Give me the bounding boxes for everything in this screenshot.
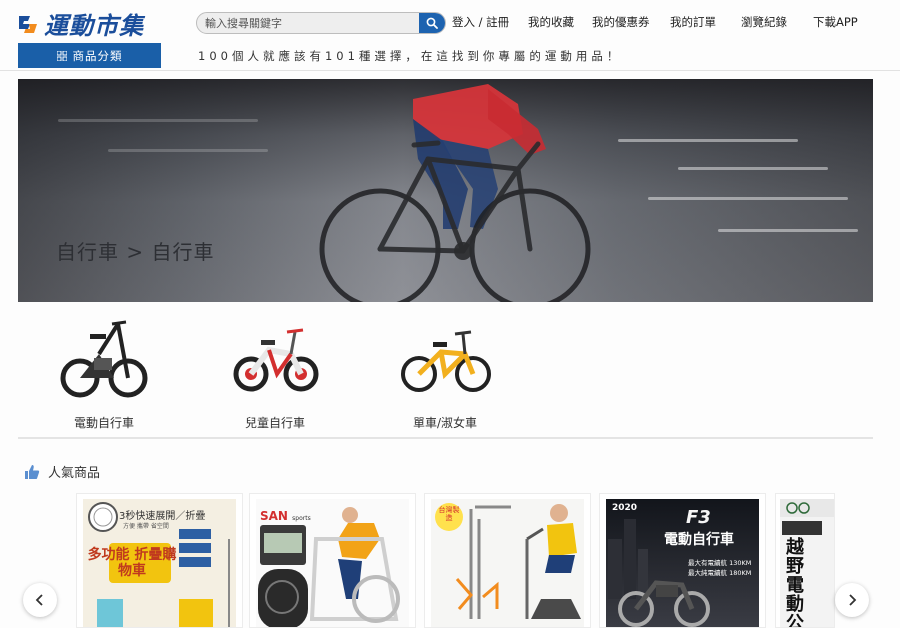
product-card[interactable]: 台灣製造 — [424, 493, 591, 628]
category-city-bike[interactable]: 單車/淑女車 — [390, 314, 500, 431]
hero-banner: 自行車 > 自行車 — [18, 79, 873, 302]
logo-mark-icon — [16, 12, 40, 36]
nav-browsing-history[interactable]: 瀏覽紀錄 — [741, 14, 813, 30]
popular-products-title: 人氣商品 — [48, 466, 101, 481]
city-bike-image — [401, 330, 491, 392]
product-subline: 方便 攜帶 省空間 — [123, 523, 169, 530]
category-label: 兒童自行車 — [244, 416, 305, 430]
product-year: 2020 — [612, 503, 638, 513]
search-icon — [426, 17, 438, 29]
carousel-next-button[interactable] — [835, 583, 869, 617]
section-divider — [18, 437, 873, 439]
nav-my-favorites[interactable]: 我的收藏 — [528, 14, 592, 30]
nav-my-coupons[interactable]: 我的優惠券 — [592, 14, 670, 30]
grid-icon — [56, 50, 67, 61]
product-card[interactable]: 越野 電動公路 — [775, 493, 835, 628]
carousel-prev-button[interactable] — [23, 583, 57, 617]
popular-products-heading: 人氣商品 — [24, 462, 100, 481]
marquee-text: 100個人就應該有101種選擇，在這找到你專屬的運動用品！ — [198, 49, 623, 63]
nav-my-orders[interactable]: 我的訂單 — [670, 14, 741, 30]
product-badge: 台灣製造 — [438, 506, 460, 522]
category-label: 電動自行車 — [73, 416, 134, 430]
product-spec: 最大有電續航 130KM — [688, 559, 752, 567]
category-electric-bike[interactable]: 電動自行車 — [49, 314, 159, 431]
search-button[interactable] — [419, 13, 445, 33]
search-bar — [196, 12, 446, 34]
cyclist-illustration — [319, 84, 591, 302]
chevron-right-icon — [849, 594, 857, 606]
product-card[interactable]: 2020 F3 電動自行車 最大有電續航 130KM 最大純電續航 180KM — [599, 493, 766, 628]
product-card[interactable]: 3秒快速展開／折疊 方便 攜帶 省空間 多功能 折疊購物車 — [76, 493, 243, 628]
product-brand-tag: sports — [292, 515, 311, 522]
category-label: 單車/淑女車 — [412, 416, 478, 430]
nav-login-register[interactable]: 登入 / 註冊 — [452, 14, 528, 30]
top-nav: 登入 / 註冊 我的收藏 我的優惠券 我的訂單 瀏覽紀錄 下載APP — [452, 14, 858, 30]
product-category-label: 商品分類 — [72, 48, 123, 63]
thumbs-up-icon — [25, 464, 40, 479]
product-category-button[interactable]: 商品分類 — [18, 43, 161, 68]
product-brand-name: SAN — [260, 509, 288, 523]
nav-download-app[interactable]: 下載APP — [813, 14, 858, 30]
product-promo: 多功能 折疊購物車 — [87, 547, 177, 580]
product-model: F3 — [686, 507, 711, 528]
category-kids-bike[interactable]: 兒童自行車 — [220, 314, 330, 431]
product-title: 電動自行車 — [664, 532, 734, 548]
product-headline: 3秒快速展開／折疊 — [119, 511, 206, 522]
header-divider — [0, 70, 900, 71]
chevron-left-icon — [35, 594, 43, 606]
site-logo[interactable]: 運動市集 — [16, 6, 144, 41]
search-input[interactable] — [197, 13, 421, 33]
product-spec: 最大純電續航 180KM — [688, 569, 752, 577]
product-title: 越野 電動公路 — [786, 537, 804, 627]
electric-bike-image — [60, 320, 148, 398]
kids-bike-image — [233, 328, 319, 392]
logo-text: 運動市集 — [44, 12, 144, 40]
product-brand: SAN sports — [260, 509, 311, 523]
hero-breadcrumb: 自行車 > 自行車 — [56, 240, 215, 264]
product-card[interactable]: SAN sports — [249, 493, 416, 628]
